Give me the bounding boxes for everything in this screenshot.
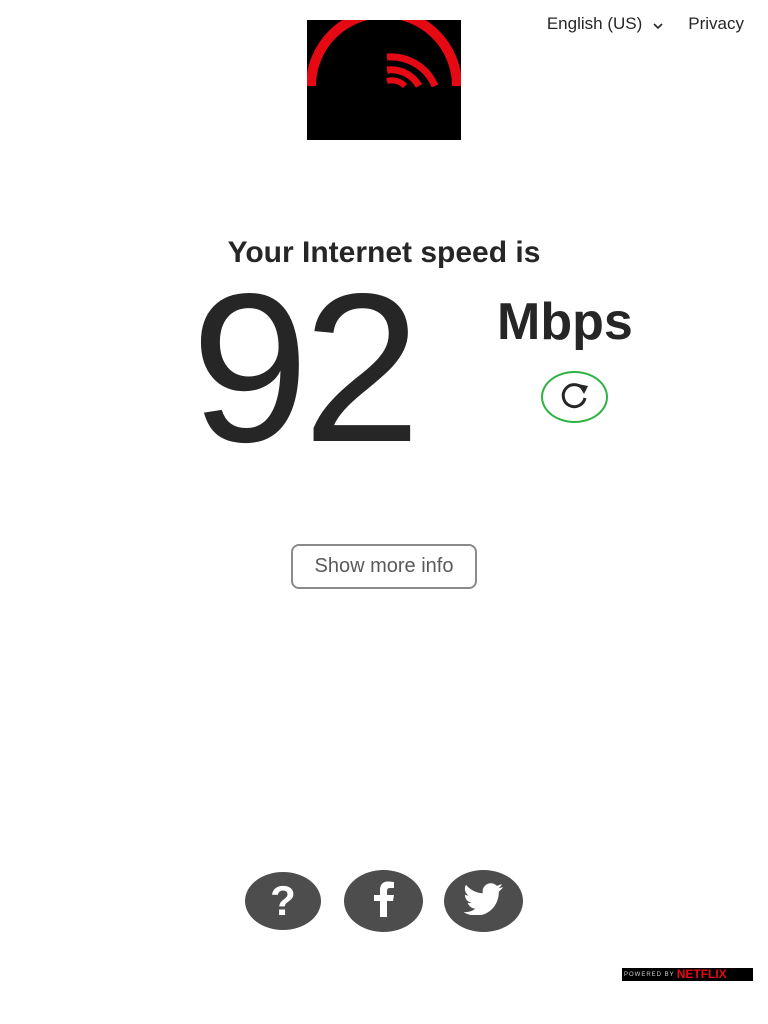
facebook-icon [372, 881, 396, 922]
reload-icon [558, 380, 592, 415]
help-icon: ? [270, 877, 296, 924]
language-label: English (US) [546, 14, 643, 33]
top-nav: English (US) Privacy [547, 14, 744, 34]
reload-button[interactable] [541, 371, 608, 423]
twitter-icon [462, 882, 504, 920]
language-selector[interactable]: English (US) [547, 14, 664, 34]
powered-by-label: POWERED BY [624, 971, 675, 978]
speed-units: Mbps [497, 293, 633, 351]
page: English (US) Privacy Your Internet speed… [0, 0, 768, 1024]
show-more-info-button[interactable]: Show more info [291, 544, 477, 589]
netflix-wordmark: NETFLIX [676, 968, 727, 981]
powered-by-badge[interactable]: POWERED BY NETFLIX [622, 968, 753, 981]
social-row: ? [0, 870, 768, 934]
speed-value: 92 [191, 249, 421, 486]
help-button[interactable]: ? [245, 872, 321, 930]
facebook-button[interactable] [344, 870, 423, 932]
fast-logo [307, 20, 461, 140]
chevron-down-icon [652, 17, 664, 30]
twitter-button[interactable] [444, 870, 523, 932]
privacy-link[interactable]: Privacy [688, 14, 744, 34]
